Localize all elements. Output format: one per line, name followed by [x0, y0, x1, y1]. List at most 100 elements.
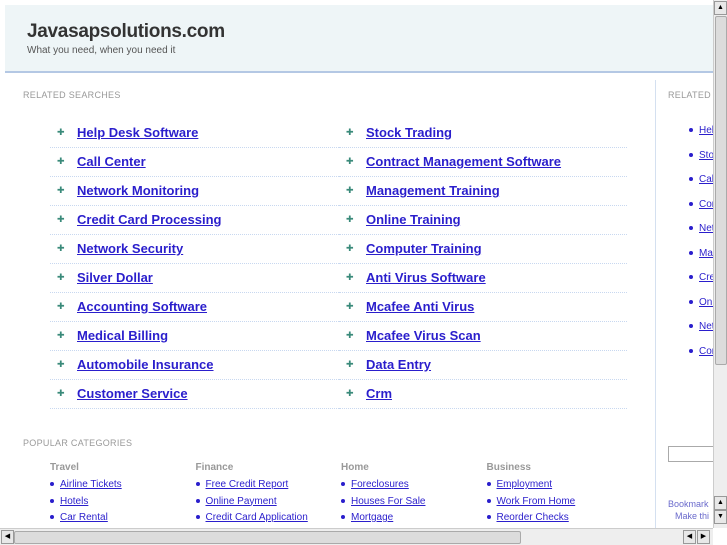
related-search-row: ✚ Anti Virus Software	[339, 264, 627, 293]
category-link[interactable]: Free Credit Report	[206, 479, 289, 490]
search-input[interactable]	[668, 446, 713, 462]
category-link[interactable]: Houses For Sale	[351, 496, 425, 507]
related-search-row: ✚ Mcafee Anti Virus	[339, 293, 627, 322]
site-header: Javasapsolutions.com What you need, when…	[5, 5, 713, 73]
site-title: Javasapsolutions.com	[27, 21, 225, 42]
scroll-right-icon[interactable]: ▶	[697, 530, 710, 544]
scroll-up-icon[interactable]: ▲	[714, 496, 727, 510]
category-link[interactable]: Employment	[497, 479, 553, 490]
sidebar-link[interactable]: Call Center	[699, 174, 713, 185]
bullet-icon	[195, 498, 200, 503]
scroll-left-icon[interactable]: ◀	[1, 530, 14, 544]
scroll-left-icon[interactable]: ◀	[683, 530, 696, 544]
related-search-link[interactable]: Crm	[366, 386, 392, 401]
sidebar-item: Online Training	[689, 297, 713, 308]
related-search-link[interactable]: Customer Service	[77, 386, 188, 401]
related-search-row: ✚ Computer Training	[339, 235, 627, 264]
sidebar-link[interactable]: Computer Training	[699, 346, 713, 357]
related-search-row: ✚ Call Center	[50, 148, 339, 177]
sidebar-link[interactable]: Help Desk Software	[699, 125, 713, 136]
related-search-link[interactable]: Computer Training	[366, 241, 482, 256]
category-item: Houses For Sale	[341, 496, 425, 507]
make-homepage-link[interactable]: Make thi	[675, 511, 709, 521]
related-search-link[interactable]: Online Training	[366, 212, 461, 227]
related-search-link[interactable]: Management Training	[366, 183, 500, 198]
related-search-link[interactable]: Data Entry	[366, 357, 431, 372]
sidebar-link[interactable]: Stock Trading	[699, 150, 713, 161]
bullet-icon	[689, 201, 693, 206]
scroll-down-icon[interactable]: ▼	[714, 510, 727, 524]
sidebar-link[interactable]: Online Training	[699, 297, 713, 308]
related-search-link[interactable]: Stock Trading	[366, 125, 452, 140]
related-search-link[interactable]: Network Security	[77, 241, 183, 256]
related-search-row: ✚ Customer Service	[50, 380, 339, 409]
category-item: Employment	[486, 479, 553, 490]
category-link[interactable]: Car Rental	[60, 512, 108, 523]
sidebar-item: Contract Management Software	[689, 199, 713, 210]
sidebar-link[interactable]: Network Security	[699, 321, 713, 332]
sidebar-item: Call Center	[689, 174, 713, 185]
category-item: Online Payment	[195, 496, 277, 507]
category-item: Reorder Checks	[486, 512, 569, 523]
arrow-icon: ✚	[346, 272, 354, 282]
bookmark-link[interactable]: Bookmark	[668, 499, 709, 509]
vertical-scrollbar[interactable]: ▲ ▲ ▼	[713, 0, 727, 528]
arrow-icon: ✚	[57, 359, 65, 369]
related-search-row: ✚ Mcafee Virus Scan	[339, 322, 627, 351]
related-search-link[interactable]: Mcafee Anti Virus	[366, 299, 474, 314]
related-search-link[interactable]: Silver Dollar	[77, 270, 153, 285]
scroll-up-icon[interactable]: ▲	[714, 1, 727, 15]
bullet-icon	[689, 250, 693, 255]
category-heading: Travel	[50, 462, 79, 473]
horizontal-scroll-thumb[interactable]	[14, 531, 521, 544]
related-search-link[interactable]: Medical Billing	[77, 328, 168, 343]
category-heading: Finance	[195, 462, 234, 473]
related-search-row: ✚ Silver Dollar	[50, 264, 339, 293]
category-link[interactable]: Foreclosures	[351, 479, 409, 490]
sidebar-link[interactable]: Credit Card Processing	[699, 272, 713, 283]
arrow-icon: ✚	[346, 127, 354, 137]
sidebar-item: Credit Card Processing	[689, 272, 713, 283]
related-search-link[interactable]: Call Center	[77, 154, 146, 169]
category-link[interactable]: Online Payment	[206, 496, 277, 507]
related-search-row: ✚ Data Entry	[339, 351, 627, 380]
bullet-icon	[341, 515, 345, 520]
related-search-row: ✚ Automobile Insurance	[50, 351, 339, 380]
arrow-icon: ✚	[57, 127, 65, 137]
related-search-row: ✚ Help Desk Software	[50, 119, 339, 148]
related-search-link[interactable]: Mcafee Virus Scan	[366, 328, 481, 343]
sidebar-link[interactable]: Management Training	[699, 248, 713, 259]
bullet-icon	[50, 482, 54, 487]
category-link[interactable]: Hotels	[60, 496, 88, 507]
bullet-icon	[341, 498, 345, 503]
sidebar-item: Stock Trading	[689, 150, 713, 161]
bullet-icon	[195, 515, 200, 520]
related-search-link[interactable]: Anti Virus Software	[366, 270, 486, 285]
category-link[interactable]: Mortgage	[351, 512, 393, 523]
sidebar-item: Network Security	[689, 321, 713, 332]
category-link[interactable]: Work From Home	[497, 496, 576, 507]
vertical-scroll-thumb[interactable]	[715, 16, 727, 365]
related-search-link[interactable]: Accounting Software	[77, 299, 207, 314]
arrow-icon: ✚	[57, 388, 65, 398]
arrow-icon: ✚	[346, 185, 354, 195]
sidebar-item: Network Monitoring	[689, 223, 713, 234]
arrow-icon: ✚	[57, 330, 65, 340]
sidebar-link[interactable]: Network Monitoring	[699, 223, 713, 234]
related-search-link[interactable]: Credit Card Processing	[77, 212, 222, 227]
horizontal-scrollbar[interactable]: ◀ ◀ ▶	[0, 528, 713, 545]
category-link[interactable]: Reorder Checks	[497, 512, 569, 523]
bullet-icon	[689, 324, 693, 329]
related-search-link[interactable]: Automobile Insurance	[77, 357, 214, 372]
popular-categories-label: POPULAR CATEGORIES	[23, 438, 133, 448]
related-search-link[interactable]: Network Monitoring	[77, 183, 199, 198]
site-tagline: What you need, when you need it	[27, 45, 176, 56]
related-searches-label: RELATED SEARCHES	[23, 90, 121, 100]
category-link[interactable]: Credit Card Application	[206, 512, 308, 523]
related-search-link[interactable]: Help Desk Software	[77, 125, 198, 140]
category-link[interactable]: Airline Tickets	[60, 479, 122, 490]
sidebar-link[interactable]: Contract Management Software	[699, 199, 713, 210]
related-search-link[interactable]: Contract Management Software	[366, 154, 561, 169]
arrow-icon: ✚	[346, 301, 354, 311]
arrow-icon: ✚	[346, 388, 354, 398]
